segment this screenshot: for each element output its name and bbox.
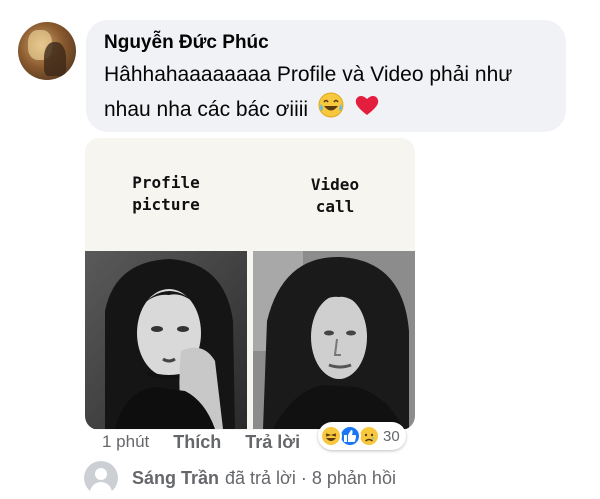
profile-picture-photo	[85, 251, 247, 429]
haha-reaction-icon	[320, 425, 342, 447]
video-call-label: Video call	[310, 175, 360, 216]
meme-image[interactable]: Profile picture Video call	[85, 138, 415, 430]
replied-text: đã trả lời	[225, 467, 296, 488]
separator-dot: ·	[300, 467, 307, 488]
laughing-tears-emoji	[318, 92, 344, 129]
comment-timestamp[interactable]: 1 phút	[102, 432, 149, 452]
comment-body: Hâhhahaaaaaaaa Profile và Video phải như…	[104, 63, 513, 122]
comment-bubble: Nguyễn Đức Phúc Hâhhahaaaaaaaa Profile v…	[86, 20, 566, 132]
red-heart-emoji	[354, 92, 380, 129]
video-call-photo	[253, 251, 415, 429]
like-reaction-icon	[339, 425, 361, 447]
comment-actions: 1 phút Thích Trả lời	[102, 430, 300, 454]
reaction-count: 30	[383, 427, 400, 445]
view-replies[interactable]: Sáng Trần đã trả lời · 8 phản hồi	[84, 460, 396, 496]
like-button[interactable]: Thích	[173, 432, 221, 453]
avatar-figure	[44, 42, 66, 76]
reply-count[interactable]: 8 phản hồi	[312, 468, 396, 489]
reply-author-name[interactable]: Sáng Trần	[132, 468, 219, 489]
comment-author[interactable]: Nguyễn Đức Phúc	[104, 30, 548, 56]
reactions-summary[interactable]: 30	[318, 422, 406, 450]
avatar-body-icon	[90, 482, 112, 495]
sad-reaction-icon	[358, 425, 380, 447]
avatar-head-icon	[95, 468, 107, 480]
commenter-avatar[interactable]	[18, 22, 76, 80]
profile-picture-label: Profile picture	[132, 173, 200, 214]
reply-button[interactable]: Trả lời	[245, 432, 300, 453]
reply-author-avatar	[84, 461, 118, 495]
comment-text: Hâhhahaaaaaaaa Profile và Video phải như…	[104, 58, 548, 129]
